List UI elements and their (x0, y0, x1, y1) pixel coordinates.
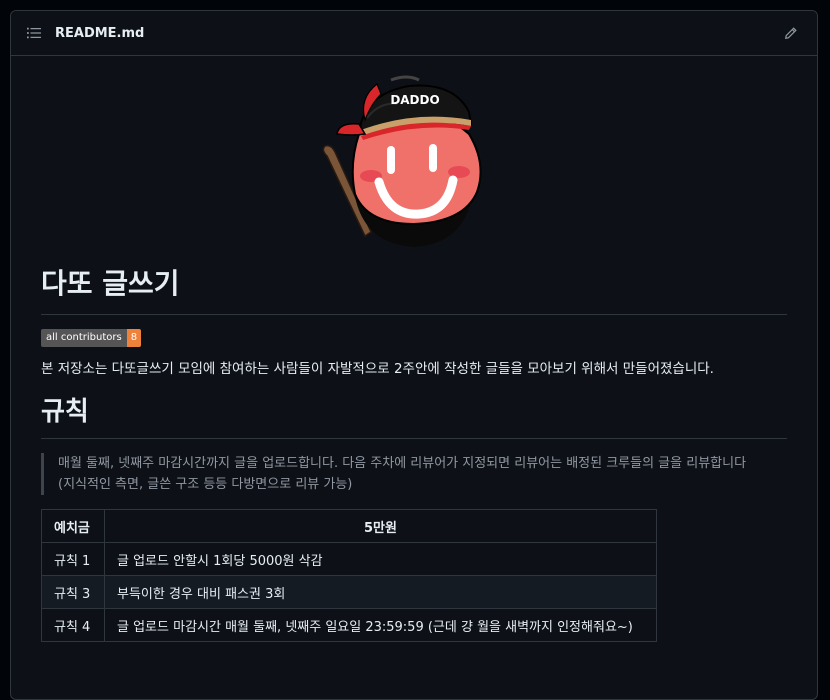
edit-file-button[interactable] (781, 23, 801, 43)
table-header-row: 예치금 5만원 (41, 509, 657, 543)
table-row: 규칙 3 부득이한 경우 대비 패스권 3회 (41, 575, 657, 609)
readme-panel: README.md DADDO 다또 글쓰기 all contributors … (10, 10, 818, 700)
rules-heading: 규칙 (41, 397, 787, 439)
rules-quote: 매월 둘째, 넷째주 마감시간까지 글을 업로드합니다. 다음 주차에 리뷰어가… (41, 453, 787, 495)
badge-label: all contributors (41, 329, 127, 347)
table-cell-rule: 규칙 4 (41, 608, 105, 642)
table-cell-desc: 글 업로드 마감시간 매월 둘째, 넷째주 일요일 23:59:59 (근데 걍… (104, 608, 657, 642)
file-name: README.md (55, 25, 145, 41)
table-cell-rule: 규칙 1 (41, 542, 105, 576)
all-contributors-badge[interactable]: all contributors 8 (41, 329, 142, 347)
badge-count: 8 (126, 329, 142, 347)
mascot-image: DADDO (41, 56, 787, 251)
table-cell-rule: 규칙 3 (41, 575, 105, 609)
table-header-deposit: 예치금 (41, 509, 105, 543)
table-cell-desc: 부득이한 경우 대비 패스권 3회 (104, 575, 657, 609)
table-cell-desc: 글 업로드 안할시 1회당 5000원 삭감 (104, 542, 657, 576)
list-unordered-icon[interactable] (27, 25, 43, 41)
table-row: 규칙 1 글 업로드 안할시 1회당 5000원 삭감 (41, 542, 657, 576)
table-row: 규칙 4 글 업로드 마감시간 매월 둘째, 넷째주 일요일 23:59:59 … (41, 608, 657, 642)
quote-line: (지식적인 측면, 글쓴 구조 등등 다방면으로 리뷰 가능) (58, 477, 353, 492)
intro-paragraph: 본 저장소는 다또글쓰기 모임에 참여하는 사람들이 자발적으로 2주안에 작성… (41, 361, 714, 377)
quote-line: 매월 둘째, 넷째주 마감시간까지 글을 업로드합니다. 다음 주차에 리뷰어가… (58, 456, 747, 471)
page-title: 다또 글쓰기 (41, 269, 787, 315)
rules-table: 예치금 5만원 규칙 1 글 업로드 안할시 1회당 5000원 삭감 규칙 3… (41, 509, 657, 642)
readme-header: README.md (11, 11, 817, 56)
pencil-icon (785, 27, 797, 39)
table-header-amount: 5만원 (104, 509, 657, 543)
cap-text: DADDO (390, 93, 439, 107)
